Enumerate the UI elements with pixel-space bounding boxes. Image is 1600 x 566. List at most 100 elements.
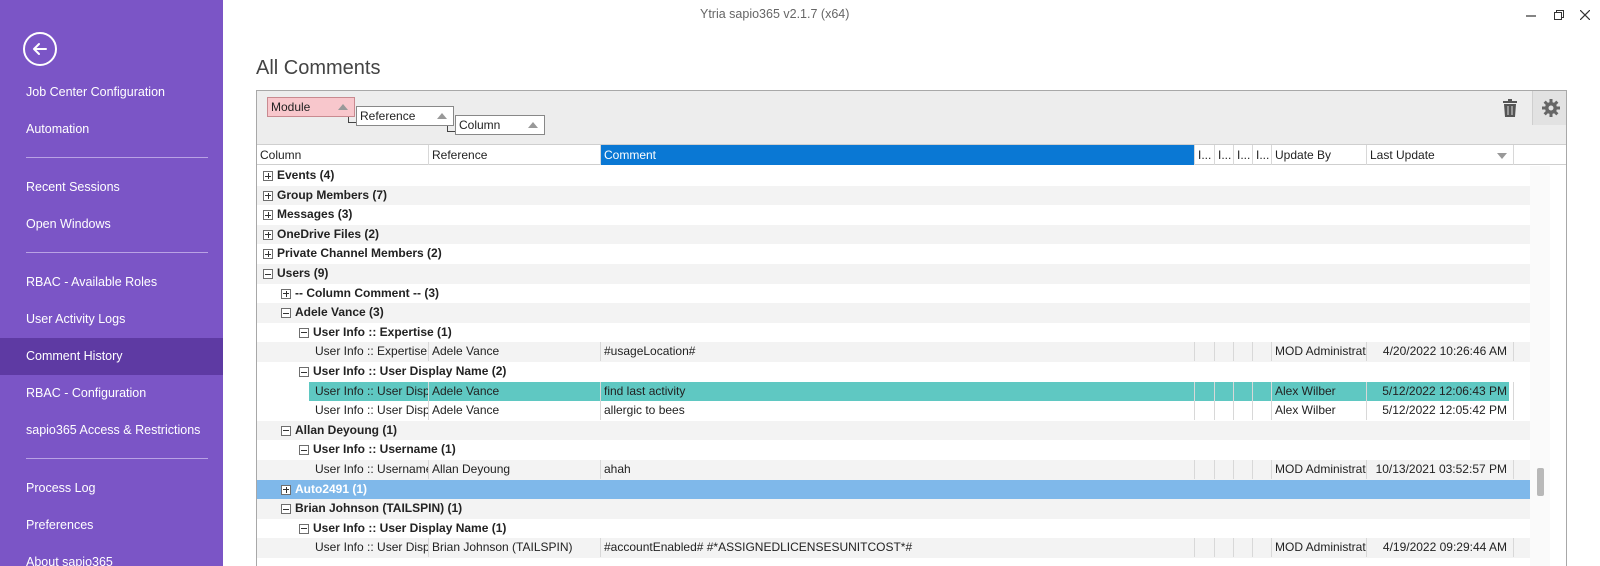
chip-connector <box>447 126 455 132</box>
collapse-icon[interactable] <box>299 445 309 456</box>
nav-open-windows[interactable]: Open Windows <box>0 206 223 242</box>
group-label: Group Members (7) <box>277 187 388 202</box>
settings-button[interactable] <box>1532 91 1566 125</box>
group-label: Events (4) <box>277 168 335 182</box>
cell-i2 <box>1215 460 1234 479</box>
cell-update-by: MOD Administrat <box>1272 460 1367 479</box>
nav-preferences[interactable]: Preferences <box>0 507 223 543</box>
back-button[interactable] <box>23 32 57 66</box>
trash-icon <box>1503 99 1517 117</box>
group-label: User Info :: User Display Name (2) <box>313 364 507 378</box>
cell-i3 <box>1234 538 1253 558</box>
table-row[interactable]: User Info :: Username Allan Deyoung ahah MO… <box>257 460 1530 480</box>
cell-last-update: 4/20/2022 10:26:46 AM <box>1367 342 1514 362</box>
page-title: All Comments <box>256 57 381 79</box>
col-header-comment[interactable]: Comment <box>601 145 1195 165</box>
nav-process-log[interactable]: Process Log <box>0 470 223 506</box>
group-row[interactable]: Brian Johnson (TAILSPIN) (1) <box>257 499 1530 519</box>
group-chip-column[interactable]: Column <box>455 115 545 135</box>
col-header-i3[interactable]: I... <box>1234 145 1253 165</box>
sort-asc-icon <box>437 113 447 119</box>
nav-rbac-available-roles[interactable]: RBAC - Available Roles <box>0 264 223 300</box>
nav-comment-history[interactable]: Comment History <box>0 338 223 375</box>
cell-update-by: MOD Administrat <box>1272 538 1367 558</box>
expand-icon[interactable] <box>263 190 273 201</box>
group-chip-reference[interactable]: Reference <box>356 106 454 126</box>
col-header-last-update[interactable]: Last Update <box>1367 145 1514 165</box>
expand-icon[interactable] <box>263 171 273 181</box>
collapse-icon[interactable] <box>281 504 291 515</box>
expand-icon[interactable] <box>263 229 273 240</box>
scrollbar-thumb[interactable] <box>1537 468 1544 496</box>
col-header-reference[interactable]: Reference <box>429 145 601 165</box>
col-header-i4[interactable]: I... <box>1253 145 1272 165</box>
group-chip-module[interactable]: Module <box>267 97 355 117</box>
sort-asc-icon <box>338 104 348 110</box>
expand-icon[interactable] <box>263 249 273 260</box>
cell-comment: ahah <box>601 460 1195 479</box>
group-row[interactable]: User Info :: Username (1) <box>257 440 1530 460</box>
chip-label: Module <box>271 100 311 114</box>
group-label: Adele Vance (3) <box>295 305 384 320</box>
table-row[interactable]: User Info :: User Displa Brian Johnson (T… <box>257 538 1530 558</box>
collapse-icon[interactable] <box>299 327 309 338</box>
cell-i3 <box>1234 401 1253 421</box>
group-row[interactable]: Users (9) <box>257 264 1530 284</box>
table-row[interactable]: User Info :: User Displa Adele Vance find … <box>257 381 1530 402</box>
cell-update-by: MOD Administrat <box>1272 342 1367 362</box>
expand-icon[interactable] <box>281 484 291 495</box>
col-header-i1[interactable]: I... <box>1195 145 1215 165</box>
close-icon <box>1580 10 1590 20</box>
nav-job-center-configuration[interactable]: Job Center Configuration <box>0 74 223 110</box>
table-row[interactable]: User Info :: User Displa Adele Vance aller… <box>257 401 1530 421</box>
nav-rbac-configuration[interactable]: RBAC - Configuration <box>0 375 223 411</box>
group-row[interactable]: Messages (3) <box>257 205 1530 225</box>
chip-connector <box>348 117 356 123</box>
cell-i1 <box>1195 401 1215 421</box>
expand-icon[interactable] <box>281 288 291 299</box>
cell-i1 <box>1195 460 1215 479</box>
minimize-button[interactable] <box>1522 6 1540 24</box>
group-row[interactable]: Group Members (7) <box>257 185 1530 206</box>
nav-user-activity-logs[interactable]: User Activity Logs <box>0 301 223 337</box>
nav-access-restrictions[interactable]: sapio365 Access & Restrictions <box>0 412 223 448</box>
col-header-column[interactable]: Column <box>257 145 429 165</box>
collapse-icon[interactable] <box>281 425 291 436</box>
group-row[interactable]: Auto2491 (1) <box>257 479 1530 500</box>
sidebar-divider <box>26 252 208 253</box>
group-row[interactable]: User Info :: Expertise (1) <box>257 323 1530 343</box>
vertical-scrollbar[interactable] <box>1530 166 1550 566</box>
cell-last-update: 5/12/2022 12:06:43 PM <box>1367 381 1514 401</box>
group-label: User Info :: User Display Name (1) <box>313 520 507 535</box>
close-button[interactable] <box>1576 6 1594 24</box>
nav-about[interactable]: About sapio365 <box>0 544 223 566</box>
group-label: OneDrive Files (2) <box>277 226 380 241</box>
nav-automation[interactable]: Automation <box>0 111 223 147</box>
group-label: Users (9) <box>277 266 329 280</box>
collapse-icon[interactable] <box>281 308 291 319</box>
cell-i3 <box>1234 342 1253 362</box>
group-row[interactable]: Private Channel Members (2) <box>257 244 1530 264</box>
group-row[interactable]: User Info :: User Display Name (2) <box>257 362 1530 382</box>
group-row[interactable]: -- Column Comment -- (3) <box>257 284 1530 304</box>
group-row[interactable]: Allan Deyoung (1) <box>257 420 1530 441</box>
minimize-icon <box>1526 15 1536 17</box>
group-label: Allan Deyoung (1) <box>295 422 398 437</box>
collapse-icon[interactable] <box>263 269 273 279</box>
group-row[interactable]: Adele Vance (3) <box>257 303 1530 323</box>
nav-recent-sessions[interactable]: Recent Sessions <box>0 169 223 205</box>
group-row[interactable]: Events (4) <box>257 166 1530 186</box>
collapse-icon[interactable] <box>299 367 309 377</box>
col-header-update-by[interactable]: Update By <box>1272 145 1367 165</box>
delete-button[interactable] <box>1499 97 1521 119</box>
table-row[interactable]: User Info :: Expertise Adele Vance #usageL… <box>257 342 1530 362</box>
group-row[interactable]: OneDrive Files (2) <box>257 224 1530 245</box>
restore-button[interactable] <box>1550 6 1568 24</box>
cell-reference: Adele Vance <box>429 401 601 421</box>
group-row[interactable]: User Info :: User Display Name (1) <box>257 519 1530 539</box>
expand-icon[interactable] <box>263 210 273 221</box>
col-header-i2[interactable]: I... <box>1215 145 1234 165</box>
cell-i3 <box>1234 460 1253 479</box>
sort-desc-icon <box>1497 153 1507 159</box>
collapse-icon[interactable] <box>299 523 309 534</box>
